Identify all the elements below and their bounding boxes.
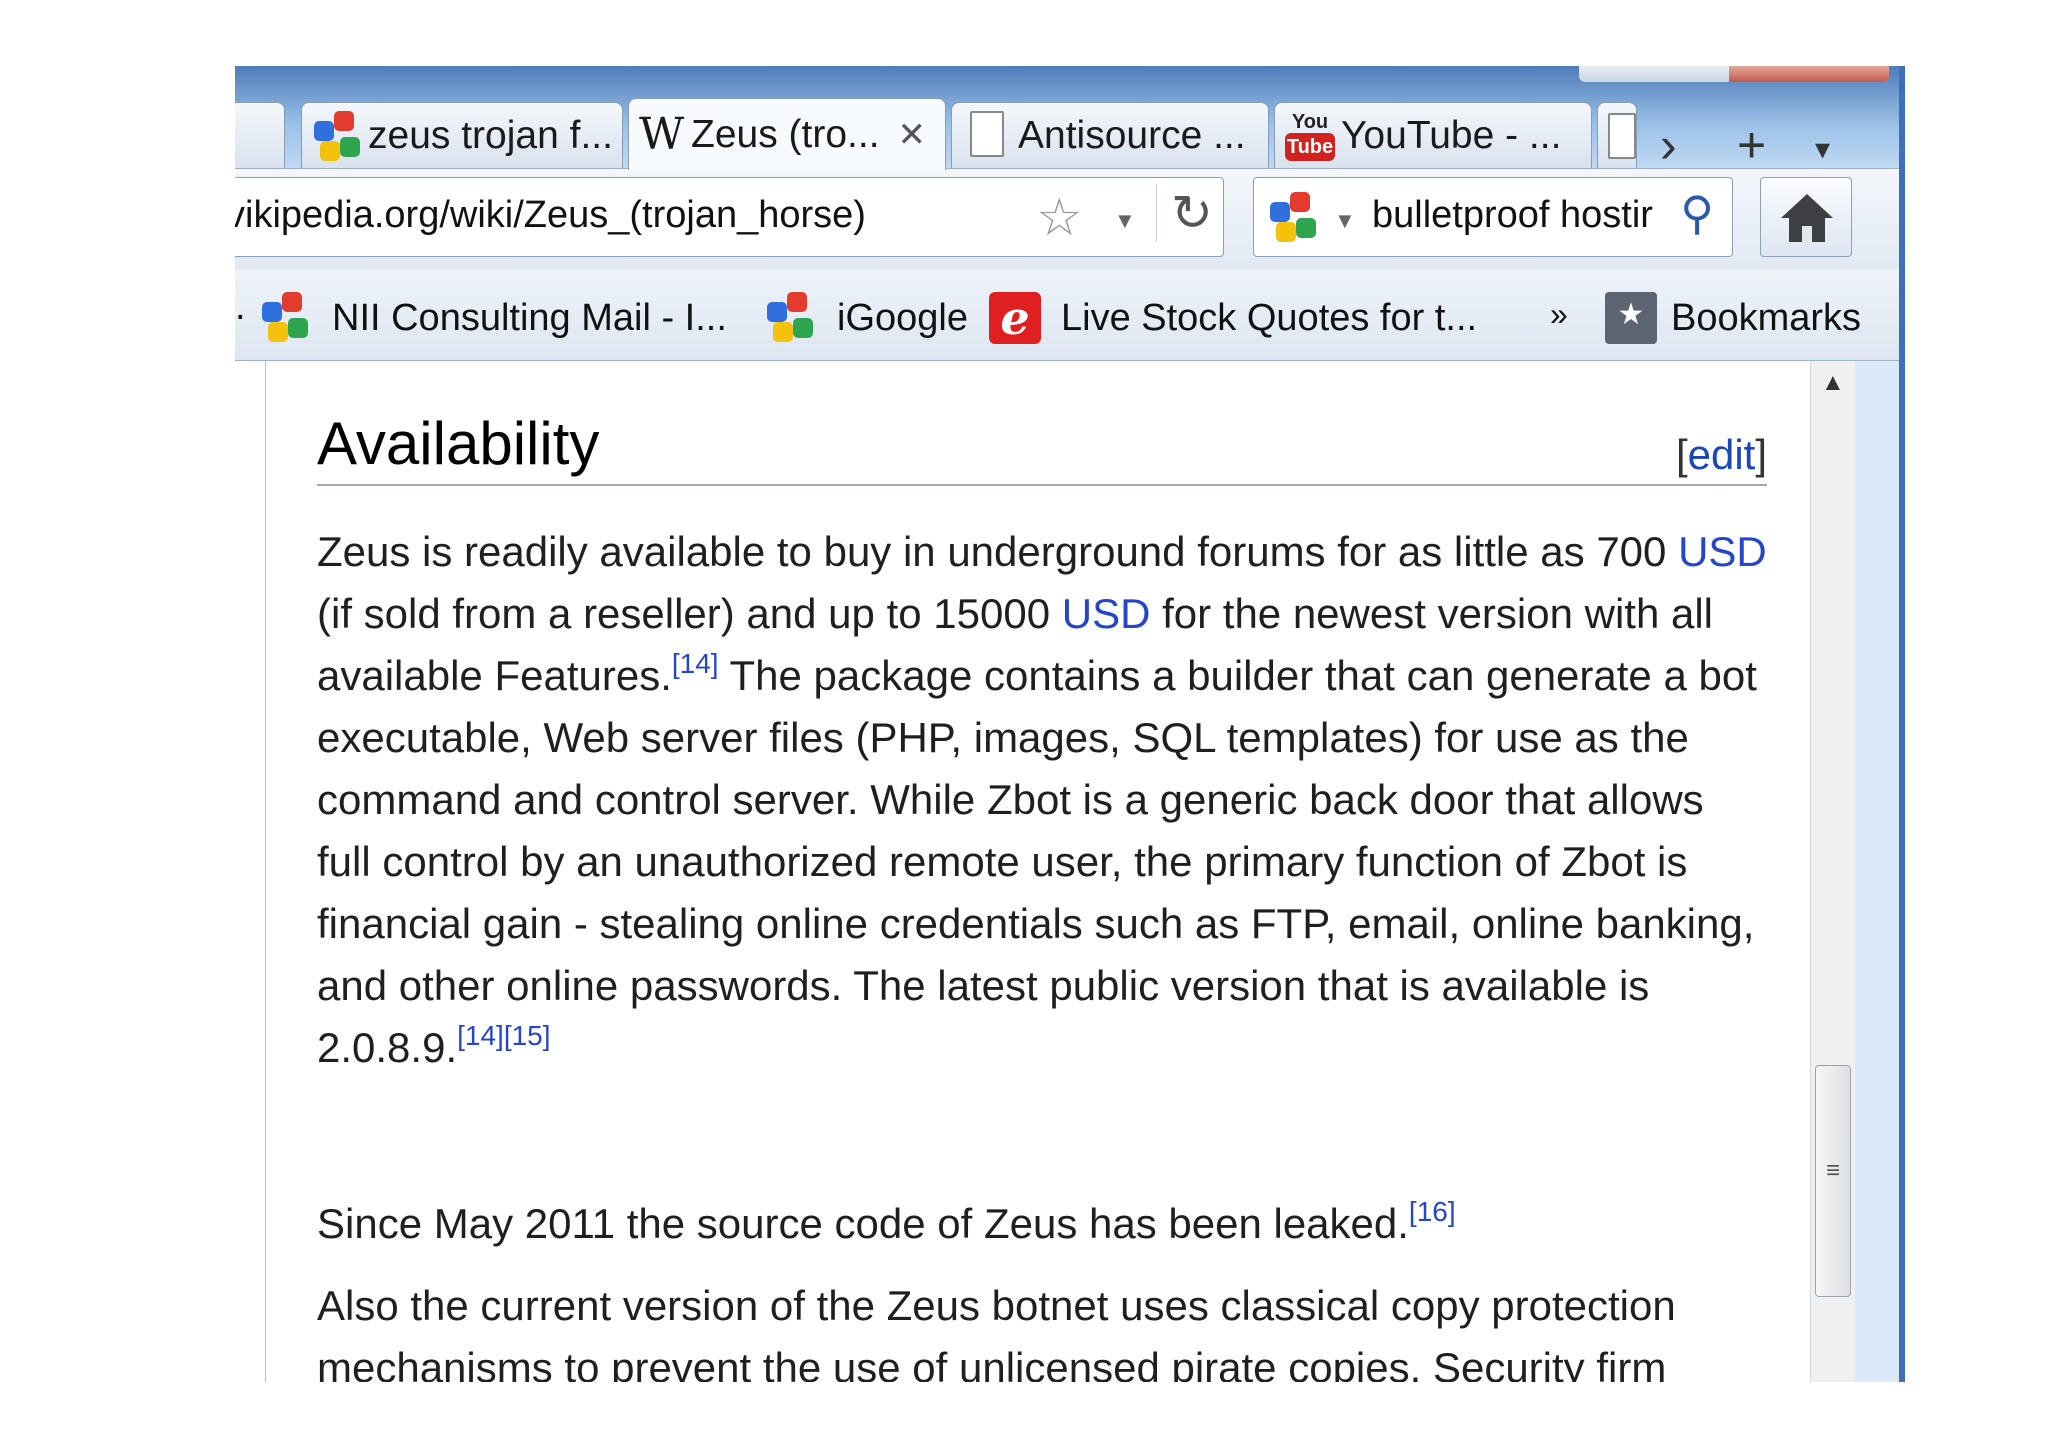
p1-text-d: The package contains a builder that can …	[317, 652, 1757, 1071]
reference-link[interactable]: [15]	[504, 1020, 551, 1051]
youtube-icon-top: You	[1291, 110, 1329, 133]
search-engine-dropdown-icon[interactable]: ▼	[1334, 208, 1356, 234]
tab-scroll-right-icon[interactable]: ›	[1660, 116, 1677, 174]
url-text[interactable]: vikipedia.org/wiki/Zeus_(trojan_horse)	[235, 194, 866, 237]
etrade-icon: e	[989, 292, 1041, 344]
bookmark-live-stock-quotes[interactable]: e Live Stock Quotes for t...	[989, 292, 1477, 344]
edit-link-wrapper: [edit]	[1675, 431, 1767, 478]
usd-link[interactable]: USD	[1062, 590, 1151, 637]
close-tab-icon[interactable]: ✕	[898, 115, 927, 155]
page-icon	[970, 110, 1004, 157]
navigation-bar: vikipedia.org/wiki/Zeus_(trojan_horse) ☆…	[235, 168, 1899, 271]
edit-link[interactable]: edit	[1688, 431, 1756, 478]
bookmark-label: NII Consulting Mail - I...	[332, 296, 727, 339]
paragraph-3: Also the current version of the Zeus bot…	[317, 1275, 1767, 1382]
bookmark-label: Live Stock Quotes for t...	[1061, 296, 1478, 339]
home-button[interactable]	[1760, 177, 1852, 257]
page-content: Availability [edit] Zeus is readily avai…	[235, 361, 1855, 1382]
search-bar[interactable]: ▼ bulletproof hostir ⚲	[1253, 177, 1733, 257]
bookmark-star-icon[interactable]: ☆	[1036, 188, 1083, 248]
bookmark-overflow-dot: .	[235, 286, 246, 328]
tab-label: Antisource ...	[1018, 113, 1246, 157]
tab-label: zeus trojan f...	[368, 113, 613, 157]
tab-strip: zeus trojan f... W Zeus (tro... ✕ Antiso…	[235, 96, 1899, 173]
tab-partial-right[interactable]	[1597, 102, 1637, 168]
paragraph-1: Zeus is readily available to buy in unde…	[317, 521, 1767, 1079]
window-close-button[interactable]	[1729, 66, 1889, 82]
bookmarks-overflow-chevron-icon[interactable]: »	[1550, 296, 1568, 333]
google-icon	[1268, 192, 1320, 244]
bookmark-nii-consulting[interactable]: NII Consulting Mail - I...	[260, 292, 727, 344]
reference-link[interactable]: [16]	[1409, 1196, 1456, 1227]
reference-link[interactable]: [14]	[672, 648, 719, 679]
page-icon-wrap	[962, 110, 1012, 161]
bookmarks-icon: ★	[1605, 292, 1657, 344]
youtube-icon-bottom: Tube	[1285, 132, 1335, 161]
vertical-scrollbar[interactable]: ▲ ≡	[1810, 361, 1855, 1382]
tab-partial[interactable]	[235, 102, 285, 168]
bookmarks-toolbar: . NII Consulting Mail - I... iGoogle e L…	[235, 270, 1899, 361]
bookmarks-menu-button[interactable]: ★ Bookmarks	[1605, 292, 1861, 344]
tab-zeus-wikipedia[interactable]: W Zeus (tro... ✕	[628, 98, 946, 170]
reload-icon[interactable]: ↻	[1156, 184, 1213, 242]
p1-text-a: Zeus is readily available to buy in unde…	[317, 528, 1679, 575]
home-icon	[1781, 194, 1833, 242]
google-icon	[312, 110, 362, 161]
scroll-up-arrow-icon[interactable]: ▲	[1821, 369, 1845, 397]
scrollbar-grip-icon: ≡	[1826, 1157, 1841, 1184]
scrollbar-thumb[interactable]: ≡	[1815, 1065, 1851, 1297]
p1-text-b: (if sold from a reseller) and up to 1500…	[317, 590, 1062, 637]
bookmark-label: Bookmarks	[1671, 296, 1862, 339]
tab-label: Zeus (tro...	[691, 112, 880, 156]
p3-text: Also the current version of the Zeus bot…	[317, 1282, 1676, 1382]
search-icon[interactable]: ⚲	[1680, 186, 1714, 240]
tab-list-icon[interactable]: ▾	[1815, 132, 1830, 167]
tab-youtube[interactable]: You Tube YouTube - ...	[1274, 102, 1592, 168]
reference-link[interactable]: [14]	[457, 1020, 504, 1051]
wikipedia-icon: W	[639, 108, 685, 160]
google-icon	[260, 292, 312, 344]
bookmark-igoogle[interactable]: iGoogle	[765, 292, 968, 344]
tab-antisource[interactable]: Antisource ...	[951, 102, 1269, 168]
content-left-border	[265, 361, 266, 1382]
page-icon	[1608, 112, 1636, 159]
window-controls[interactable]	[1579, 66, 1889, 82]
p2-text: Since May 2011 the source code of Zeus h…	[317, 1200, 1409, 1247]
paragraph-2: Since May 2011 the source code of Zeus h…	[317, 1193, 1767, 1255]
tab-zeus-search[interactable]: zeus trojan f...	[301, 102, 623, 168]
url-dropdown-icon[interactable]: ▼	[1114, 208, 1136, 234]
section-heading: Availability	[317, 409, 1767, 486]
new-tab-icon[interactable]: +	[1737, 116, 1766, 174]
search-input[interactable]: bulletproof hostir	[1372, 194, 1672, 237]
usd-link[interactable]: USD	[1678, 528, 1767, 575]
tab-label: YouTube - ...	[1341, 113, 1562, 157]
url-bar[interactable]: vikipedia.org/wiki/Zeus_(trojan_horse) ☆…	[235, 177, 1224, 257]
google-icon	[765, 292, 817, 344]
youtube-icon: You Tube	[1285, 111, 1335, 161]
browser-window: zeus trojan f... W Zeus (tro... ✕ Antiso…	[235, 66, 1905, 1382]
bookmark-label: iGoogle	[837, 296, 968, 339]
